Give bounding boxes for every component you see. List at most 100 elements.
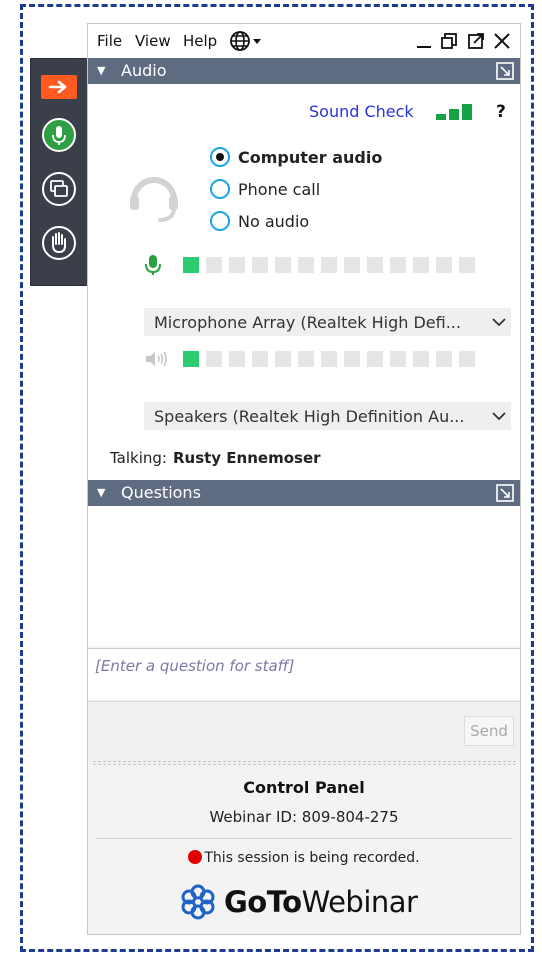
speaker-level-meter — [183, 351, 475, 367]
level-segment — [344, 257, 360, 273]
computer-audio-option[interactable]: Computer audio — [210, 145, 382, 169]
popout-icon[interactable] — [496, 62, 514, 80]
level-segment — [275, 351, 291, 367]
panel-footer: Control Panel Webinar ID: 809-804-275 Th… — [88, 766, 520, 934]
help-button[interactable]: ? — [496, 102, 506, 122]
arrow-right-icon — [48, 80, 67, 94]
microphone-select[interactable]: Microphone Array (Realtek High Defi... — [144, 308, 511, 336]
speaker-icon — [146, 351, 167, 367]
send-area: Send — [88, 701, 520, 764]
popout-icon — [468, 33, 484, 49]
popout-icon[interactable] — [496, 484, 514, 502]
microphone-icon — [145, 255, 161, 275]
control-panel-title: Control Panel — [243, 778, 365, 797]
recording-text: This session is being recorded. — [204, 850, 420, 866]
microphone-icon — [42, 118, 76, 152]
computer-audio-label: Computer audio — [238, 147, 383, 167]
level-segment — [206, 351, 222, 367]
screen-icon — [42, 172, 76, 206]
questions-log — [88, 506, 520, 646]
level-segment — [413, 351, 429, 367]
level-segment — [459, 257, 475, 273]
level-segment — [298, 351, 314, 367]
level-segment — [436, 351, 452, 367]
gotowebinar-logo-icon — [181, 884, 215, 920]
minimize-icon — [417, 46, 431, 48]
collapse-triangle-icon: ▼ — [97, 64, 106, 77]
speaker-device-value: Speakers (Realtek High Definition Au... — [154, 406, 465, 426]
level-segment — [413, 257, 429, 273]
raise-hand-icon — [42, 226, 76, 260]
menu-view[interactable]: View — [135, 32, 171, 50]
brand-goto: GoTo — [224, 885, 302, 919]
level-segment — [183, 351, 199, 367]
close-button[interactable] — [491, 30, 513, 52]
send-button[interactable]: Send — [464, 716, 514, 746]
level-segment — [298, 257, 314, 273]
level-segment — [321, 351, 337, 367]
level-segment — [252, 351, 268, 367]
no-audio-label: No audio — [238, 211, 310, 231]
raise-hand-button[interactable] — [41, 225, 77, 261]
menu-file[interactable]: File — [97, 32, 122, 50]
sound-check-link[interactable]: Sound Check — [309, 102, 414, 121]
screen-share-button[interactable] — [41, 171, 77, 207]
level-segment — [321, 257, 337, 273]
restore-button[interactable] — [438, 30, 460, 52]
collapse-triangle-icon: ▼ — [97, 486, 106, 499]
webinar-id: Webinar ID: 809-804-275 — [209, 808, 399, 826]
side-rail — [30, 58, 88, 286]
talking-label: Talking: — [110, 449, 167, 467]
level-segment — [390, 257, 406, 273]
recording-dot-icon — [188, 850, 203, 864]
phone-call-option[interactable]: Phone call — [210, 177, 320, 201]
chevron-down-icon — [487, 312, 511, 332]
restore-icon — [441, 33, 457, 49]
microphone-level-meter — [183, 257, 475, 273]
level-segment — [367, 257, 383, 273]
level-segment — [229, 351, 245, 367]
signal-bars-icon — [436, 104, 472, 120]
globe-icon — [230, 31, 261, 51]
computer-audio-radio[interactable] — [210, 147, 230, 167]
talking-name: Rusty Ennemoser — [172, 449, 321, 467]
questions-section-header[interactable]: ▼ Questions — [88, 480, 520, 506]
no-audio-radio[interactable] — [210, 211, 230, 231]
phone-call-label: Phone call — [238, 179, 321, 199]
chevron-down-icon — [487, 406, 511, 426]
audio-section-title: Audio — [121, 61, 167, 80]
level-segment — [275, 257, 291, 273]
footer-divider — [96, 838, 512, 839]
level-segment — [390, 351, 406, 367]
level-segment — [206, 257, 222, 273]
control-panel-window: File View Help ▼ Audio Sound Check ? Com… — [87, 23, 521, 935]
level-segment — [252, 257, 268, 273]
mute-microphone-button[interactable] — [41, 117, 77, 153]
collapse-panel-button[interactable] — [41, 75, 77, 99]
level-segment — [367, 351, 383, 367]
headset-icon — [130, 177, 178, 222]
question-input-placeholder: [Enter a question for staff] — [95, 657, 295, 675]
level-segment — [229, 257, 245, 273]
level-segment — [344, 351, 360, 367]
recording-notice: This session is being recorded. — [88, 850, 520, 866]
questions-section-title: Questions — [121, 483, 201, 502]
menu-help[interactable]: Help — [183, 32, 217, 50]
minimize-button[interactable] — [413, 30, 435, 52]
language-menu[interactable] — [229, 30, 263, 56]
close-icon — [494, 33, 510, 49]
level-segment — [436, 257, 452, 273]
audio-section-header[interactable]: ▼ Audio — [88, 58, 520, 84]
popout-button[interactable] — [465, 30, 487, 52]
phone-call-radio[interactable] — [210, 179, 230, 199]
microphone-device-value: Microphone Array (Realtek High Defi... — [154, 312, 461, 332]
menu-bar: File View Help — [88, 24, 520, 58]
level-segment — [183, 257, 199, 273]
speaker-select[interactable]: Speakers (Realtek High Definition Au... — [144, 402, 511, 430]
gotowebinar-logo: GoTo Webinar — [180, 882, 418, 922]
talking-indicator: Talking: Rusty Ennemoser — [110, 449, 321, 467]
audio-section: Sound Check ? Computer audio Phone call … — [88, 84, 520, 480]
question-input[interactable]: [Enter a question for staff] — [88, 648, 520, 700]
brand-webinar: Webinar — [301, 885, 418, 919]
no-audio-option[interactable]: No audio — [210, 209, 309, 233]
